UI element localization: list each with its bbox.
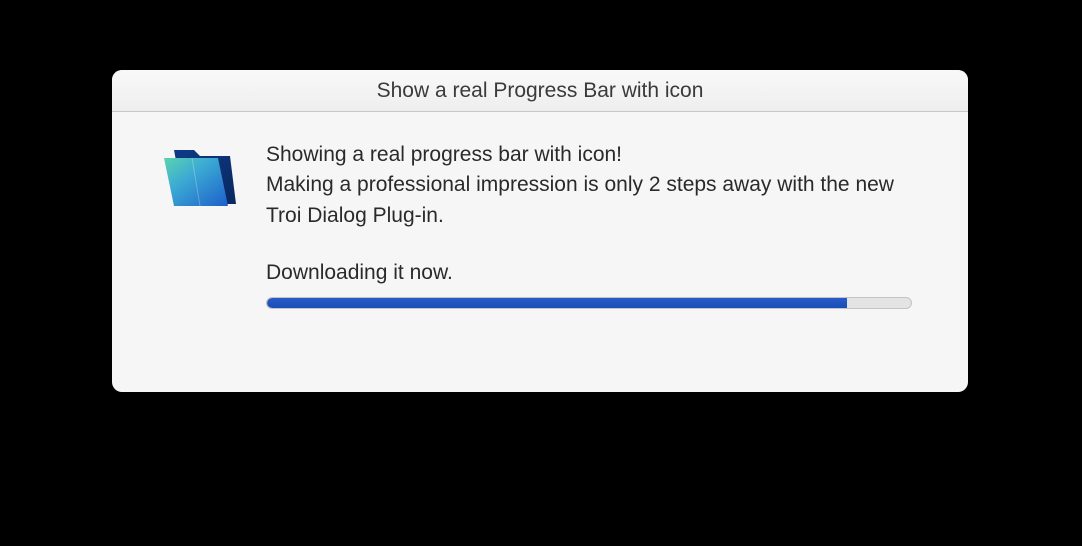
folder-icon <box>160 140 238 309</box>
body-line-1: Showing a real progress bar with icon! <box>266 143 622 166</box>
body-text: Showing a real progress bar with icon! M… <box>266 140 912 231</box>
status-text: Downloading it now. <box>266 261 912 285</box>
title-bar: Show a real Progress Bar with icon <box>112 70 968 112</box>
text-area: Showing a real progress bar with icon! M… <box>266 140 912 309</box>
progress-fill <box>267 298 847 308</box>
progress-dialog: Show a real Progress Bar with icon <box>112 70 968 392</box>
progress-bar <box>266 297 912 309</box>
body-line-2: Making a professional impression is only… <box>266 173 894 226</box>
dialog-title: Show a real Progress Bar with icon <box>377 79 704 103</box>
dialog-content: Showing a real progress bar with icon! M… <box>112 112 968 337</box>
